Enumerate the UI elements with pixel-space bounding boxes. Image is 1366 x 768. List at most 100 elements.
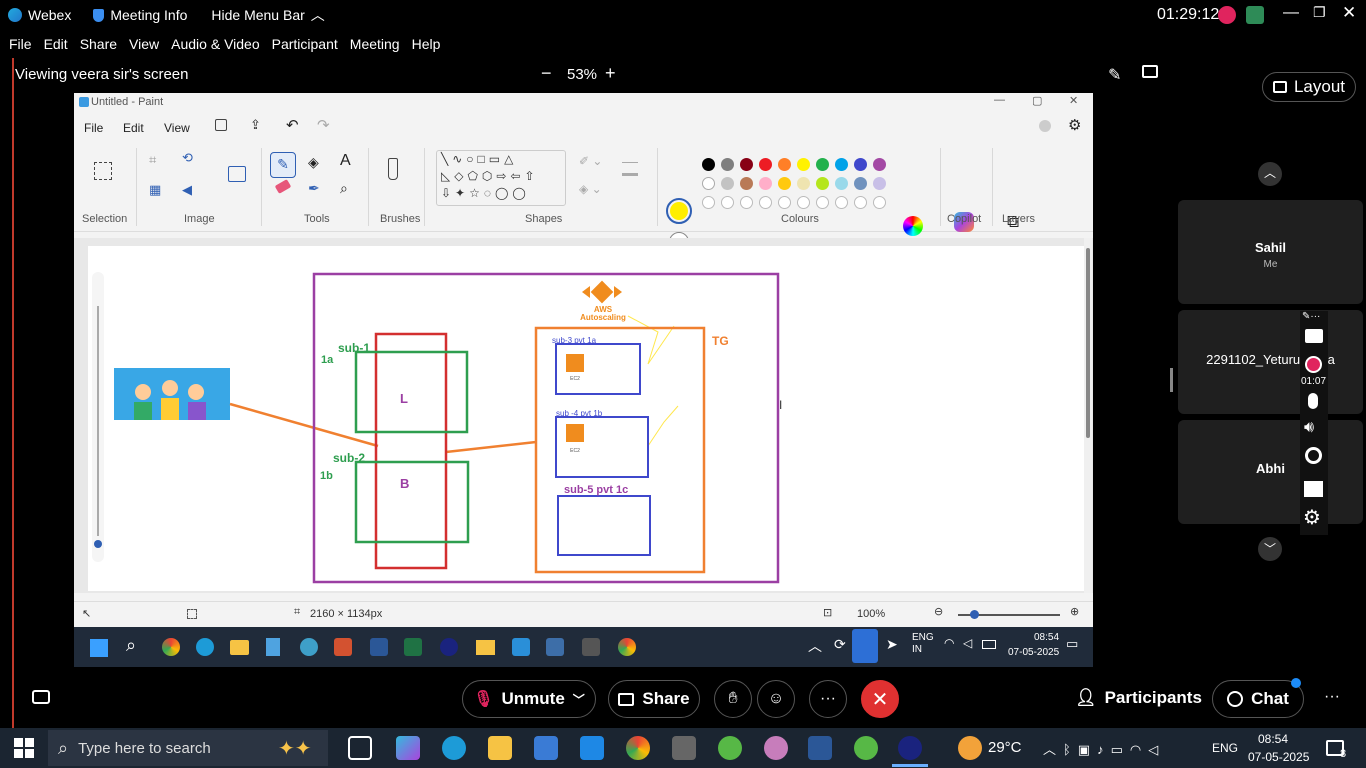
paint-zoom-level[interactable]: 100% bbox=[857, 608, 885, 620]
chat-button[interactable]: Chat bbox=[1212, 680, 1304, 718]
color-swatch[interactable] bbox=[873, 158, 886, 171]
color-swatch[interactable] bbox=[778, 158, 791, 171]
color-swatch[interactable] bbox=[759, 158, 772, 171]
color-swatch[interactable] bbox=[740, 177, 753, 190]
size-icon[interactable] bbox=[622, 162, 638, 176]
color-swatch[interactable] bbox=[835, 158, 848, 171]
raise-hand-button[interactable]: ✋︎ bbox=[714, 680, 752, 718]
webcam-icon[interactable] bbox=[1305, 447, 1322, 464]
custom-color-slot[interactable] bbox=[778, 196, 791, 209]
paint-menu-edit[interactable]: Edit bbox=[123, 121, 144, 135]
chrome-taskbar-icon[interactable] bbox=[626, 736, 650, 760]
pin-icon[interactable]: ✎··· bbox=[1302, 311, 1320, 322]
paint-maximize[interactable]: ▢ bbox=[1032, 94, 1042, 107]
paint-zoom-out[interactable]: ⊖ bbox=[934, 605, 943, 618]
paint-menu-view[interactable]: View bbox=[164, 121, 190, 135]
selection-tool-icon[interactable] bbox=[94, 162, 112, 180]
edit-colors-icon[interactable] bbox=[903, 216, 923, 236]
minimize-button[interactable]: — bbox=[1283, 4, 1299, 22]
image-select-icon[interactable] bbox=[228, 166, 246, 182]
store-taskbar-icon[interactable] bbox=[534, 736, 558, 760]
start-button[interactable] bbox=[14, 738, 34, 758]
color-swatch[interactable] bbox=[702, 177, 715, 190]
save-icon[interactable] bbox=[215, 119, 227, 131]
scroll-up-button[interactable]: ︿ bbox=[1258, 162, 1282, 186]
custom-color-slot[interactable] bbox=[759, 196, 772, 209]
maximize-button[interactable]: ❐ bbox=[1313, 4, 1326, 21]
color-swatch[interactable] bbox=[835, 177, 848, 190]
gear-icon[interactable]: ⚙ bbox=[1303, 505, 1321, 530]
color-picker-icon[interactable]: ✒ bbox=[308, 180, 320, 197]
settings-icon[interactable]: ⚙ bbox=[1068, 116, 1081, 134]
undo-icon[interactable]: ↶ bbox=[286, 116, 299, 134]
menu-help[interactable]: Help bbox=[412, 36, 441, 52]
paint-zoom-thumb[interactable] bbox=[970, 610, 979, 619]
redo-icon[interactable]: ↷ bbox=[317, 116, 330, 134]
taskbar-date[interactable]: 07-05-2025 bbox=[1248, 750, 1309, 764]
brush-icon[interactable] bbox=[388, 158, 398, 180]
custom-color-slot[interactable] bbox=[740, 196, 753, 209]
fill-icon[interactable]: ◈ ⌄ bbox=[579, 182, 602, 196]
camera-icon[interactable] bbox=[1305, 329, 1323, 343]
participants-button[interactable]: 👤︎ Participants bbox=[1075, 688, 1202, 708]
slider-thumb[interactable] bbox=[94, 540, 102, 548]
reactions-button[interactable]: ☺ bbox=[757, 680, 795, 718]
speaker-icon[interactable]: 🔊︎ bbox=[1304, 419, 1314, 437]
magnifier-icon[interactable]: ⌕ bbox=[340, 180, 348, 197]
color-swatch[interactable] bbox=[721, 177, 734, 190]
custom-color-slot[interactable] bbox=[721, 196, 734, 209]
menu-file[interactable]: File bbox=[9, 36, 32, 52]
copilot-app-icon[interactable] bbox=[396, 736, 420, 760]
participant-card[interactable]: Abhi bbox=[1178, 420, 1363, 524]
menu-edit[interactable]: Edit bbox=[44, 36, 68, 52]
leave-meeting-button[interactable]: ✕ bbox=[861, 680, 899, 718]
color-swatch[interactable] bbox=[721, 158, 734, 171]
menu-meeting[interactable]: Meeting bbox=[350, 36, 400, 52]
color-swatch[interactable] bbox=[816, 158, 829, 171]
weather-temp[interactable]: 29°C bbox=[988, 739, 1022, 756]
custom-color-slot[interactable] bbox=[797, 196, 810, 209]
account-icon[interactable] bbox=[1039, 120, 1051, 132]
word-taskbar-icon[interactable] bbox=[808, 736, 832, 760]
vertical-scrollbar[interactable] bbox=[1084, 238, 1092, 593]
scroll-down-button[interactable]: ﹀ bbox=[1258, 537, 1282, 561]
close-button[interactable]: ✕ bbox=[1342, 3, 1356, 23]
more-options-button[interactable]: ··· bbox=[809, 680, 847, 718]
menu-participant[interactable]: Participant bbox=[272, 36, 338, 52]
share-icon[interactable]: ⇪ bbox=[250, 117, 261, 133]
custom-color-slot[interactable] bbox=[854, 196, 867, 209]
color-swatch[interactable] bbox=[854, 177, 867, 190]
taskbar-lang[interactable]: ENG bbox=[1212, 741, 1238, 755]
layout-button[interactable]: Layout bbox=[1262, 72, 1356, 102]
flip-icon[interactable]: ◀ bbox=[182, 182, 192, 198]
custom-color-slot[interactable] bbox=[702, 196, 715, 209]
menu-audio-video[interactable]: Audio & Video bbox=[171, 36, 259, 52]
custom-color-slot[interactable] bbox=[873, 196, 886, 209]
participant-card[interactable]: Sahil Me bbox=[1178, 200, 1363, 304]
resize-icon[interactable]: ▦ bbox=[149, 182, 161, 198]
screen-options-icon[interactable] bbox=[1142, 65, 1158, 78]
annotate-icon[interactable]: ✎ bbox=[1108, 65, 1121, 85]
color-swatch[interactable] bbox=[797, 158, 810, 171]
paint-close[interactable]: ✕ bbox=[1069, 94, 1078, 107]
text-tool-icon[interactable]: A bbox=[340, 152, 351, 170]
horizontal-scrollbar[interactable] bbox=[88, 591, 1084, 594]
unmute-button[interactable]: 🎙︎ Unmute ﹀ bbox=[462, 680, 596, 718]
eraser-tool-icon[interactable] bbox=[274, 179, 292, 194]
record-icon[interactable] bbox=[1305, 356, 1322, 373]
custom-color-slot[interactable] bbox=[816, 196, 829, 209]
taskbar-time[interactable]: 08:54 bbox=[1258, 732, 1288, 746]
paint-minimize[interactable]: — bbox=[994, 94, 1005, 106]
scroll-thumb[interactable] bbox=[1086, 248, 1090, 438]
more-panel-button[interactable]: ··· bbox=[1324, 688, 1340, 706]
shapes-gallery[interactable]: ╲∿○□▭△ ◺◇⬠⬡⇨⇦⇧ ⇩✦☆◌◯◯ bbox=[436, 150, 566, 206]
color-swatch[interactable] bbox=[797, 177, 810, 190]
color-swatch[interactable] bbox=[816, 177, 829, 190]
color-swatch[interactable] bbox=[759, 177, 772, 190]
explorer-taskbar-icon[interactable] bbox=[488, 736, 512, 760]
share-button[interactable]: Share bbox=[608, 680, 700, 718]
closed-captions-icon[interactable] bbox=[32, 690, 50, 704]
paint-zoom-in[interactable]: ⊕ bbox=[1070, 605, 1079, 618]
microphone-icon[interactable] bbox=[1308, 393, 1318, 409]
zoom-out-button[interactable]: − bbox=[541, 63, 552, 84]
